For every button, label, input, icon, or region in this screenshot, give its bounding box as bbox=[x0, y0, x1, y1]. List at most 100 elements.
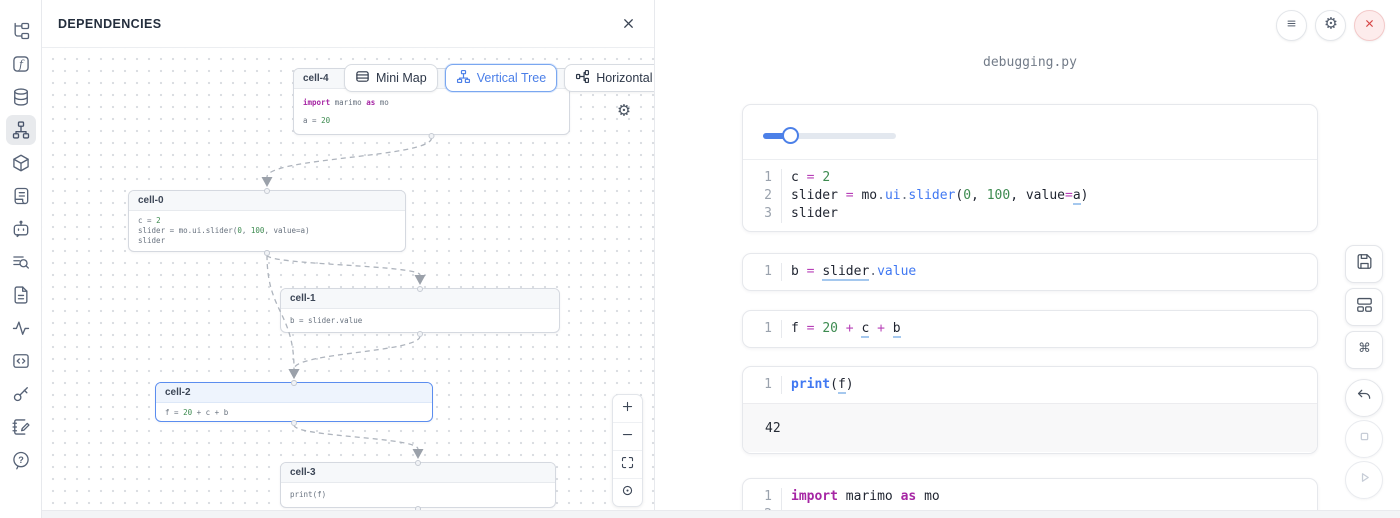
line-number: 1 bbox=[743, 320, 781, 338]
sidebar-item-documentation[interactable] bbox=[6, 280, 36, 310]
line-number: 3 bbox=[743, 205, 781, 223]
graph-node-code: import marimo as moa = 20 bbox=[294, 89, 569, 134]
sidebar-item-scratchpad[interactable] bbox=[6, 412, 36, 442]
graph-node-title: cell-1 bbox=[281, 289, 559, 309]
stop-kernel-button[interactable] bbox=[1345, 420, 1383, 458]
save-icon bbox=[1355, 252, 1374, 276]
zoom-in-button[interactable] bbox=[613, 395, 642, 423]
maximize-icon bbox=[620, 455, 635, 475]
minus-icon bbox=[620, 427, 635, 447]
svg-text:f: f bbox=[17, 58, 24, 71]
view-button-label: Mini Map bbox=[376, 71, 427, 85]
svg-text:⚙: ⚙ bbox=[617, 102, 631, 120]
sidebar-item-snippets[interactable] bbox=[6, 346, 36, 376]
sidebar-item-logs[interactable] bbox=[6, 181, 36, 211]
notebook-header-buttons: ⚙ bbox=[1276, 10, 1385, 41]
notebook-cell-b-cell: 1b = slider.value bbox=[742, 253, 1318, 291]
undo-icon bbox=[1355, 386, 1374, 410]
save-button[interactable] bbox=[1345, 245, 1383, 283]
panel-title: DEPENDENCIES bbox=[58, 17, 161, 31]
line-number: 1 bbox=[743, 263, 781, 281]
dependencies-panel-header: DEPENDENCIES bbox=[42, 0, 654, 48]
graph-view-buttons: Mini Map Vertical Tree Horizontal Tree bbox=[344, 64, 654, 92]
keyboard-shortcuts-button[interactable]: ⌘ bbox=[1345, 331, 1383, 369]
sidebar-item-ai-chat[interactable] bbox=[6, 214, 36, 244]
cell-widget-row bbox=[743, 105, 1317, 160]
sidebar-item-data-sources[interactable] bbox=[6, 82, 36, 112]
file-text-icon bbox=[11, 285, 31, 305]
menu-icon bbox=[1284, 16, 1299, 36]
notebook-cell-print-cell: 1print(f)42 bbox=[742, 366, 1318, 454]
sidebar-item-help[interactable]: ? bbox=[6, 445, 36, 475]
graph-node-cell-1[interactable]: cell-1b = slider.value bbox=[280, 288, 560, 333]
gear-icon: ⚙ bbox=[613, 108, 635, 125]
dependency-graph[interactable]: Mini Map Vertical Tree Horizontal Tree ⚙ c… bbox=[42, 48, 654, 510]
stop-icon bbox=[1355, 427, 1374, 451]
sidebar: f? bbox=[0, 0, 42, 518]
close-panel-button[interactable] bbox=[621, 16, 636, 31]
notebook-menu-button[interactable] bbox=[1276, 10, 1307, 41]
slider-knob[interactable] bbox=[782, 127, 799, 144]
graph-node-cell-0[interactable]: cell-0c = 2slider = mo.ui.slider(0, 100,… bbox=[128, 190, 406, 252]
horizontal-scrollbar[interactable] bbox=[42, 510, 1400, 518]
graph-node-cell-3[interactable]: cell-3print(f) bbox=[280, 462, 556, 508]
zoom-out-button[interactable] bbox=[613, 423, 642, 451]
sidebar-item-files[interactable] bbox=[6, 16, 36, 46]
package-icon bbox=[11, 153, 31, 173]
plus-icon bbox=[620, 399, 635, 419]
database-icon bbox=[11, 87, 31, 107]
command-icon: ⌘ bbox=[1355, 338, 1374, 362]
vertical-tree-icon bbox=[456, 69, 471, 87]
graph-node-code: print(f) bbox=[281, 483, 555, 507]
graph-node-title: cell-2 bbox=[156, 383, 432, 403]
fit-view-button[interactable] bbox=[613, 451, 642, 479]
sidebar-item-secrets[interactable] bbox=[6, 379, 36, 409]
help-icon: ? bbox=[11, 450, 31, 470]
locate-node-button[interactable] bbox=[613, 479, 642, 506]
graph-node-code: b = slider.value bbox=[281, 309, 559, 332]
horizontal-tree-icon bbox=[575, 69, 590, 87]
line-number: 2 bbox=[743, 187, 781, 205]
view-button-horizontal-tree[interactable]: Horizontal Tree bbox=[564, 64, 654, 92]
graph-zoom-controls bbox=[612, 394, 643, 507]
dependencies-panel: DEPENDENCIES Mini Map Vertical Tree Horizo… bbox=[42, 0, 655, 510]
line-number: 1 bbox=[743, 169, 781, 187]
minimap-icon bbox=[355, 69, 370, 87]
view-button-label: Vertical Tree bbox=[477, 71, 546, 85]
code-editor[interactable]: 1c = 22slider = mo.ui.slider(0, 100, val… bbox=[743, 160, 1317, 232]
notebook-cell-slider-cell: 1c = 22slider = mo.ui.slider(0, 100, val… bbox=[742, 104, 1318, 232]
svg-text:⌘: ⌘ bbox=[1358, 340, 1371, 355]
sidebar-item-variables[interactable]: f bbox=[6, 49, 36, 79]
graph-settings-button[interactable]: ⚙ bbox=[613, 99, 635, 126]
sidebar-item-packages[interactable] bbox=[6, 148, 36, 178]
code-editor[interactable]: 1f = 20 + c + b bbox=[743, 311, 1317, 347]
svg-text:⚙: ⚙ bbox=[1324, 15, 1338, 33]
graph-node-cell-2[interactable]: cell-2f = 20 + c + b bbox=[155, 382, 433, 422]
activity-icon bbox=[11, 318, 31, 338]
key-icon bbox=[11, 384, 31, 404]
play-icon bbox=[1355, 468, 1374, 492]
layout-icon bbox=[1355, 295, 1374, 319]
view-button-vertical-tree[interactable]: Vertical Tree bbox=[445, 64, 557, 92]
locate-icon bbox=[620, 483, 635, 503]
code-editor[interactable]: 1b = slider.value bbox=[743, 254, 1317, 290]
app: f? DEPENDENCIES Mini Map Vertical Tree Hor… bbox=[0, 0, 1400, 518]
shutdown-button[interactable] bbox=[1354, 10, 1385, 41]
line-number: 1 bbox=[743, 376, 781, 394]
sidebar-item-dependencies[interactable] bbox=[6, 115, 36, 145]
sidebar-item-outline[interactable] bbox=[6, 313, 36, 343]
close-icon bbox=[621, 16, 636, 31]
sidebar-item-tracebacks[interactable] bbox=[6, 247, 36, 277]
code-editor[interactable]: 1print(f) bbox=[743, 367, 1317, 403]
layouts-button[interactable] bbox=[1345, 288, 1383, 326]
run-all-button[interactable] bbox=[1345, 461, 1383, 499]
close-icon bbox=[1362, 16, 1377, 36]
function-icon: f bbox=[11, 54, 31, 74]
undo-delete-button[interactable] bbox=[1345, 379, 1383, 417]
bot-icon bbox=[11, 219, 31, 239]
notebook-settings-button[interactable]: ⚙ bbox=[1315, 10, 1346, 41]
slider-widget[interactable] bbox=[763, 133, 896, 139]
network-icon bbox=[11, 120, 31, 140]
view-button-mini-map[interactable]: Mini Map bbox=[344, 64, 438, 92]
notebook-filename: debugging.py bbox=[742, 55, 1318, 70]
